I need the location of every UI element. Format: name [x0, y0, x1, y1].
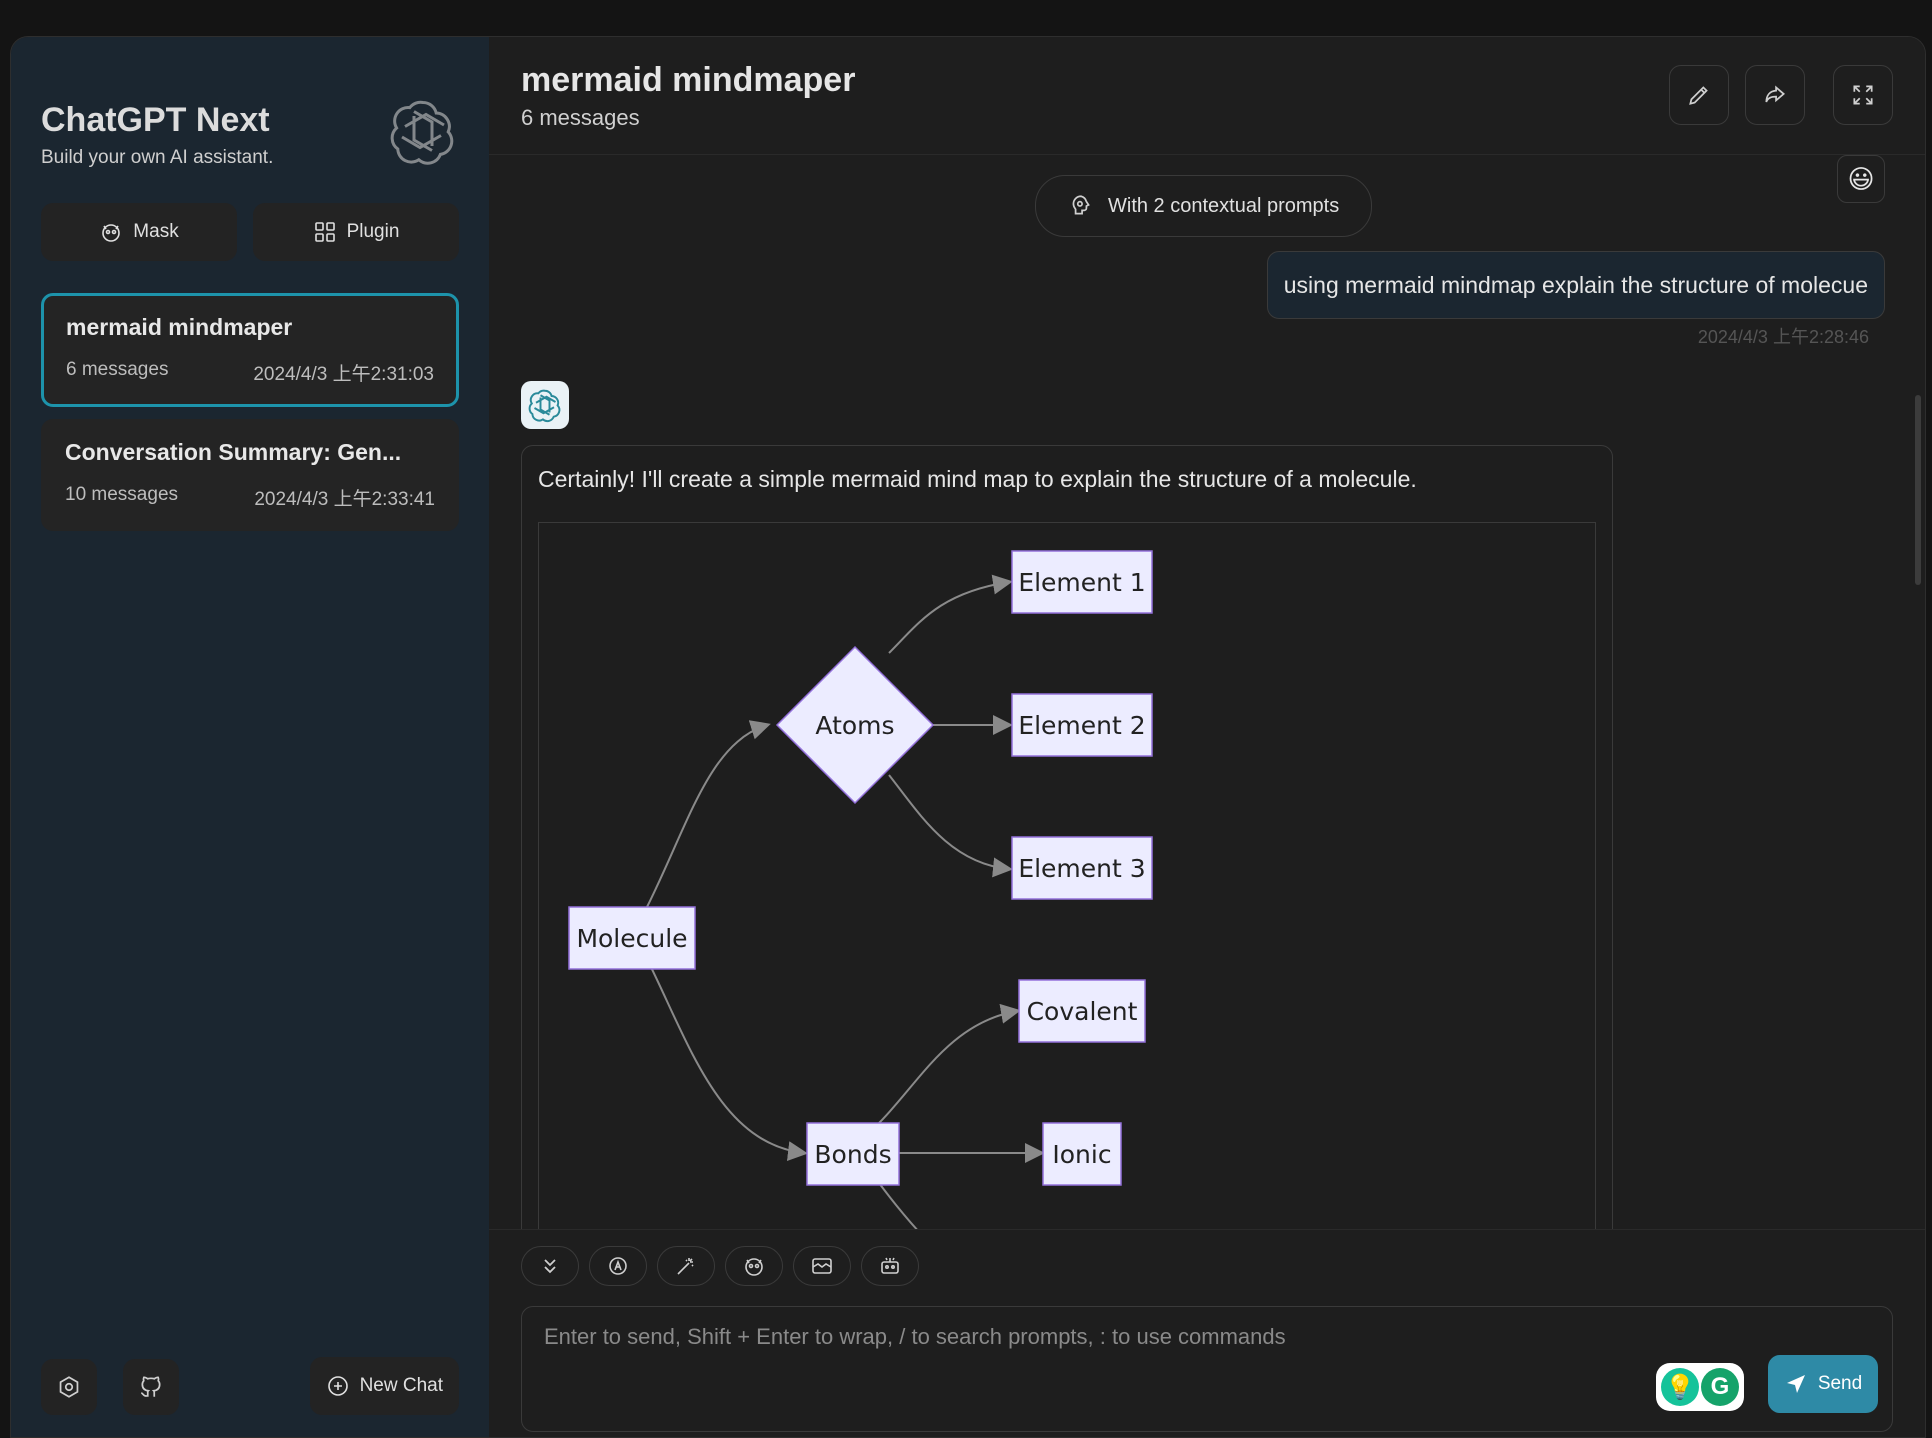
chat-main: mermaid mindmaper 6 messages With 2 cont… [489, 37, 1925, 1437]
app-window: ChatGPT Next Build your own AI assistant… [10, 36, 1926, 1438]
user-avatar[interactable]: 😃 [1837, 155, 1885, 203]
node-element-2: Element 2 [1011, 693, 1153, 757]
robot-icon [881, 1257, 899, 1274]
bot-avatar [521, 381, 569, 429]
node-molecule: Molecule [568, 906, 696, 970]
sidebar: ChatGPT Next Build your own AI assistant… [11, 37, 489, 1437]
theme-button[interactable] [589, 1246, 647, 1286]
openai-logo-icon [390, 100, 454, 165]
svg-text:Element 1: Element 1 [1018, 568, 1145, 597]
plus-circle-icon [327, 1376, 348, 1396]
node-ionic: Ionic [1042, 1122, 1122, 1186]
edge-atoms-el1 [888, 574, 1013, 654]
expand-icon [1853, 85, 1873, 105]
github-button[interactable] [123, 1359, 179, 1415]
svg-text:Element 3: Element 3 [1018, 854, 1145, 883]
rename-button[interactable] [1669, 65, 1729, 125]
app-subtitle: Build your own AI assistant. [41, 147, 274, 168]
scroll-bottom-button[interactable] [521, 1246, 579, 1286]
chat-title[interactable]: mermaid mindmaper [521, 61, 855, 100]
send-plane-icon [1786, 1375, 1805, 1393]
mask-label: Mask [133, 221, 179, 242]
user-message-date: 2024/4/3 上午2:28:46 [1697, 327, 1869, 347]
grammarly-icon: G [1701, 1368, 1739, 1406]
chat-input[interactable] [522, 1307, 1892, 1367]
auto-theme-icon [609, 1257, 627, 1275]
session-item-active[interactable]: mermaid mindmaper 6 messages 2024/4/3 上午… [41, 293, 459, 407]
chat-header: mermaid mindmaper 6 messages [489, 37, 1925, 155]
svg-text:Ionic: Ionic [1052, 1140, 1111, 1169]
composer: 💡 G Send [521, 1306, 1893, 1432]
plugin-button[interactable]: Plugin [253, 203, 459, 261]
context-prompts-label: With 2 contextual prompts [1108, 194, 1340, 217]
plugin-label: Plugin [346, 221, 400, 242]
app-title: ChatGPT Next [41, 101, 270, 139]
clear-context-button[interactable] [793, 1246, 851, 1286]
node-element-1: Element 1 [1011, 550, 1153, 614]
context-prompts-pill[interactable]: With 2 contextual prompts [1035, 175, 1373, 237]
session-item[interactable]: Conversation Summary: Gen... 10 messages… [41, 419, 459, 531]
send-button[interactable]: Send [1768, 1355, 1878, 1413]
share-button[interactable] [1745, 65, 1805, 125]
break-icon [812, 1258, 832, 1274]
mask-icon [745, 1258, 763, 1276]
svg-text:Bonds: Bonds [814, 1140, 891, 1169]
edge-bonds-covalent [878, 1003, 1021, 1124]
chat-actions [521, 1246, 919, 1286]
edge-molecule-bonds [646, 958, 808, 1162]
bot-message: Certainly! I'll create a simple mermaid … [521, 445, 1613, 1265]
model-button[interactable] [861, 1246, 919, 1286]
mask-button[interactable]: Mask [41, 203, 237, 261]
pencil-icon [1689, 86, 1708, 105]
prompt-button[interactable] [657, 1246, 715, 1286]
session-count: 10 messages [65, 484, 179, 505]
mermaid-diagram: Molecule Atoms Bonds Element 1 Element 2… [538, 522, 1596, 1265]
new-chat-button[interactable]: New Chat [309, 1357, 459, 1415]
session-title: Conversation Summary: Gen... [65, 439, 402, 465]
mindmap-svg: Molecule Atoms Bonds Element 1 Element 2… [568, 550, 1153, 1265]
node-covalent: Covalent [1018, 979, 1146, 1043]
new-chat-label: New Chat [359, 1375, 443, 1396]
github-icon [140, 1376, 161, 1397]
lightbulb-icon: 💡 [1661, 1368, 1699, 1406]
openai-logo-icon [528, 389, 561, 423]
mask-icon [102, 224, 121, 242]
mask-chip-button[interactable] [725, 1246, 783, 1286]
node-element-3: Element 3 [1011, 836, 1153, 900]
bot-message-text: Certainly! I'll create a simple mermaid … [538, 466, 1417, 492]
message-list[interactable]: With 2 contextual prompts 😃 using mermai… [489, 155, 1925, 1265]
svg-text:Element 2: Element 2 [1018, 711, 1145, 740]
edge-atoms-el3 [888, 774, 1013, 878]
session-date: 2024/4/3 上午2:33:41 [254, 489, 435, 510]
share-arrow-icon [1765, 85, 1785, 103]
send-label: Send [1817, 1373, 1863, 1394]
svg-text:Molecule: Molecule [576, 924, 687, 953]
plugin-grid-icon [314, 222, 335, 242]
svg-text:Atoms: Atoms [815, 711, 894, 740]
input-panel: 💡 G Send [489, 1229, 1925, 1437]
session-count: 6 messages [66, 359, 169, 380]
brain-icon [1072, 195, 1090, 215]
fullscreen-button[interactable] [1833, 65, 1893, 125]
chat-message-count: 6 messages [521, 105, 640, 130]
user-message: using mermaid mindmap explain the struct… [1266, 251, 1885, 319]
node-bonds: Bonds [806, 1122, 900, 1186]
magic-wand-icon [677, 1258, 694, 1275]
grammarly-widget[interactable]: 💡 G [1656, 1363, 1744, 1411]
session-date: 2024/4/3 上午2:31:03 [253, 364, 434, 385]
settings-button[interactable] [41, 1359, 97, 1415]
message-scrollbar[interactable] [1915, 395, 1921, 585]
edge-molecule-atoms [646, 720, 771, 908]
node-atoms: Atoms [775, 645, 935, 805]
svg-text:Covalent: Covalent [1027, 997, 1138, 1026]
session-title: mermaid mindmaper [66, 314, 293, 340]
gear-icon [59, 1376, 79, 1398]
double-chevron-down-icon [544, 1259, 556, 1274]
